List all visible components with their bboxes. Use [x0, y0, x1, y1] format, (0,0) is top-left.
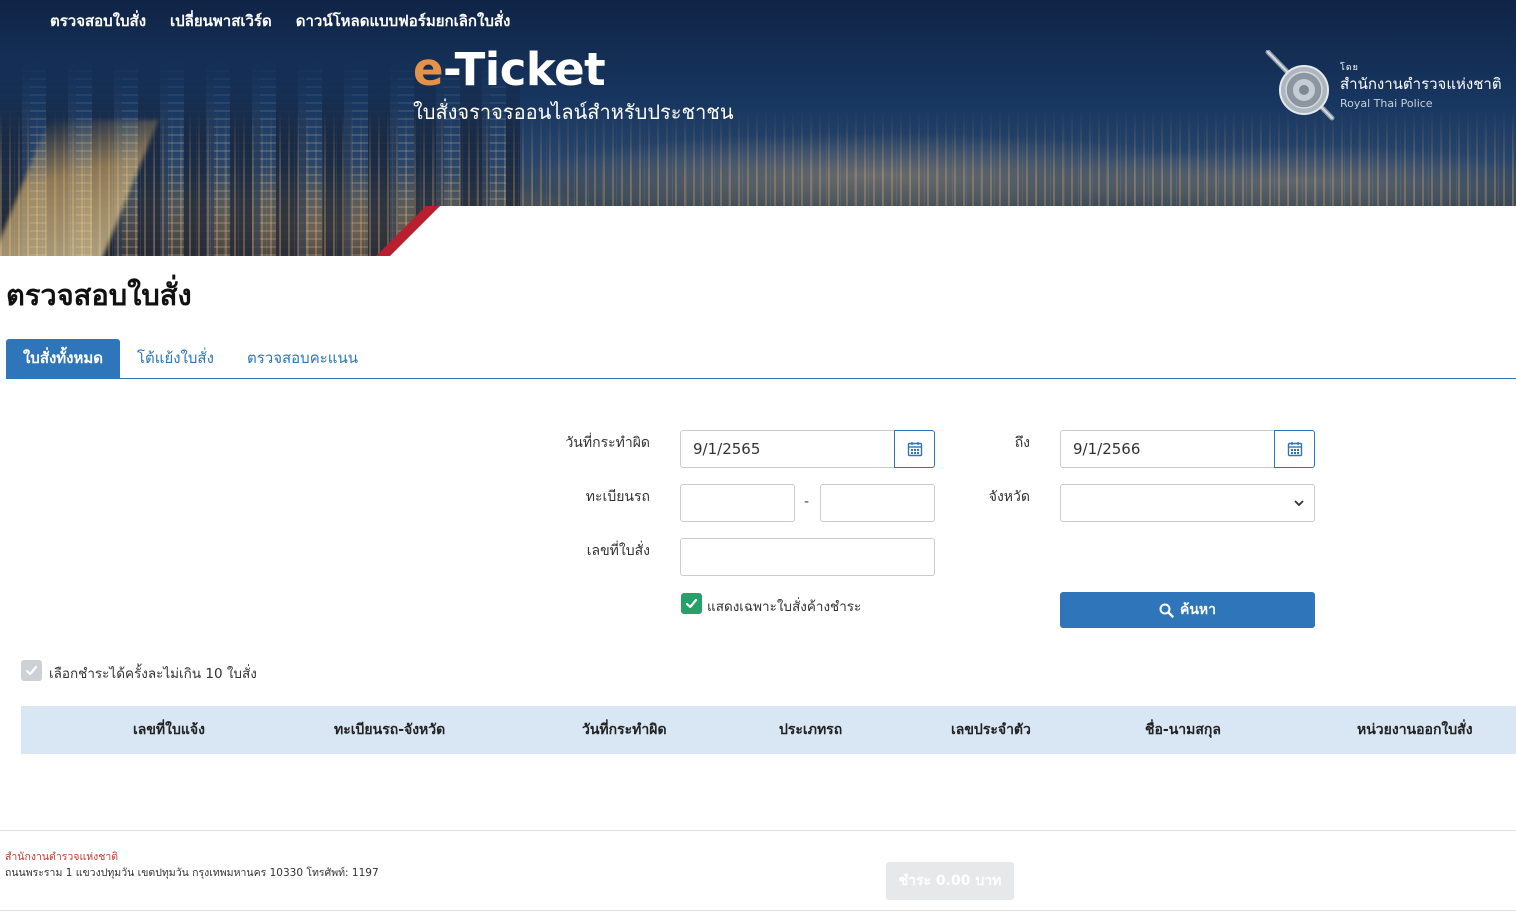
date-to-input[interactable]: 9/1/2566	[1060, 430, 1275, 468]
plate-part2-input[interactable]	[820, 484, 935, 522]
brand: e-Ticket ใบสั่งจราจรออนไลน์สำหรับประชาชน	[413, 44, 734, 128]
brand-title-prefix: e	[413, 43, 444, 96]
brand-title-rest: -Ticket	[443, 43, 606, 96]
date-to-calendar-button[interactable]	[1274, 430, 1315, 468]
police-name-th: สำนักงานตำรวจแห่งชาติ	[1340, 75, 1502, 93]
column-header-plate-province[interactable]: ทะเบียนรถ-จังหวัด	[334, 706, 445, 754]
plate-part1-input[interactable]	[680, 484, 795, 522]
calendar-icon	[907, 442, 922, 457]
column-header-vehicle-type[interactable]: ประเภทรถ	[779, 706, 842, 754]
date-to-label: ถึง	[1014, 435, 1030, 451]
date-from-input[interactable]: 9/1/2565	[680, 430, 895, 468]
column-header-id-no[interactable]: เลขประจำตัว	[951, 706, 1031, 754]
ticket-no-label: เลขที่ใบสั่ง	[586, 543, 650, 559]
nav-check-ticket[interactable]: ตรวจสอบใบสั่ง	[50, 9, 146, 31]
pay-button[interactable]: ชำระ 0.00 บาท	[886, 862, 1014, 900]
column-header-issuing-unit[interactable]: หน่วยงานออกใบสั่ง	[1357, 706, 1473, 754]
ticket-no-input[interactable]	[680, 538, 935, 576]
footer-bottom-divider	[0, 910, 1516, 911]
check-icon	[25, 665, 38, 676]
column-header-full-name[interactable]: ชื่อ-นามสกุล	[1145, 706, 1221, 754]
police-text: โดย สำนักงานตำรวจแห่งชาติ Royal Thai Pol…	[1340, 60, 1502, 110]
tab-dispute-ticket[interactable]: โต้แย้งใบสั่ง	[137, 339, 214, 378]
top-nav: ตรวจสอบใบสั่ง เปลี่ยนพาสเวิร์ด ดาวน์โหลด…	[50, 9, 534, 31]
police-logo-block: โดย สำนักงานตำรวจแห่งชาติ Royal Thai Pol…	[1264, 50, 1504, 122]
footer-divider	[0, 830, 1516, 831]
selection-limit-label: เลือกชำระได้ครั้งละไม่เกิน 10 ใบสั่ง	[49, 666, 257, 682]
police-name-en: Royal Thai Police	[1340, 97, 1433, 110]
column-header-notice-no[interactable]: เลขที่ใบแจ้ง	[133, 706, 205, 754]
brand-subtitle: ใบสั่งจราจรออนไลน์สำหรับประชาชน	[413, 100, 734, 124]
header-banner: ตรวจสอบใบสั่ง เปลี่ยนพาสเวิร์ด ดาวน์โหลด…	[0, 0, 1516, 256]
plate-label: ทะเบียนรถ	[585, 489, 650, 505]
brand-title: e-Ticket	[413, 44, 734, 96]
search-icon	[1159, 603, 1174, 618]
footer-org-name: สำนักงานตำรวจแห่งชาติ	[5, 851, 119, 863]
check-icon	[685, 598, 698, 609]
nav-change-password[interactable]: เปลี่ยนพาสเวิร์ด	[170, 9, 272, 31]
nav-download-cancel-form[interactable]: ดาวน์โหลดแบบฟอร์มยกเลิกใบสั่ง	[296, 9, 511, 31]
calendar-icon	[1287, 442, 1302, 457]
province-label: จังหวัด	[988, 489, 1030, 505]
plate-separator: -	[804, 494, 810, 510]
chevron-down-icon	[1294, 500, 1304, 507]
page-title: ตรวจสอบใบสั่ง	[6, 278, 192, 312]
province-select[interactable]	[1060, 484, 1315, 522]
select-all-checkbox[interactable]	[21, 660, 42, 681]
search-button-label: ค้นหา	[1179, 602, 1217, 618]
police-seal-icon	[1265, 50, 1335, 121]
footer-address: ถนนพระราม 1 แขวงปทุมวัน เขตปทุมวัน กรุงเ…	[5, 867, 379, 879]
tab-all-tickets[interactable]: ใบสั่งทั้งหมด	[6, 339, 120, 378]
unpaid-only-label: แสดงเฉพาะใบสั่งค้างชำระ	[707, 599, 862, 615]
unpaid-only-checkbox[interactable]	[681, 593, 702, 614]
tab-bar: ใบสั่งทั้งหมด โต้แย้งใบสั่ง ตรวจสอบคะแนน	[6, 339, 1516, 379]
offense-date-label: วันที่กระทำผิด	[565, 435, 650, 451]
date-from-calendar-button[interactable]	[894, 430, 935, 468]
tab-check-points[interactable]: ตรวจสอบคะแนน	[247, 339, 358, 378]
ticket-table-header: เลขที่ใบแจ้ง ทะเบียนรถ-จังหวัด วันที่กระ…	[21, 706, 1516, 754]
column-header-offense-date[interactable]: วันที่กระทำผิด	[582, 706, 667, 754]
search-button[interactable]: ค้นหา	[1060, 592, 1315, 628]
